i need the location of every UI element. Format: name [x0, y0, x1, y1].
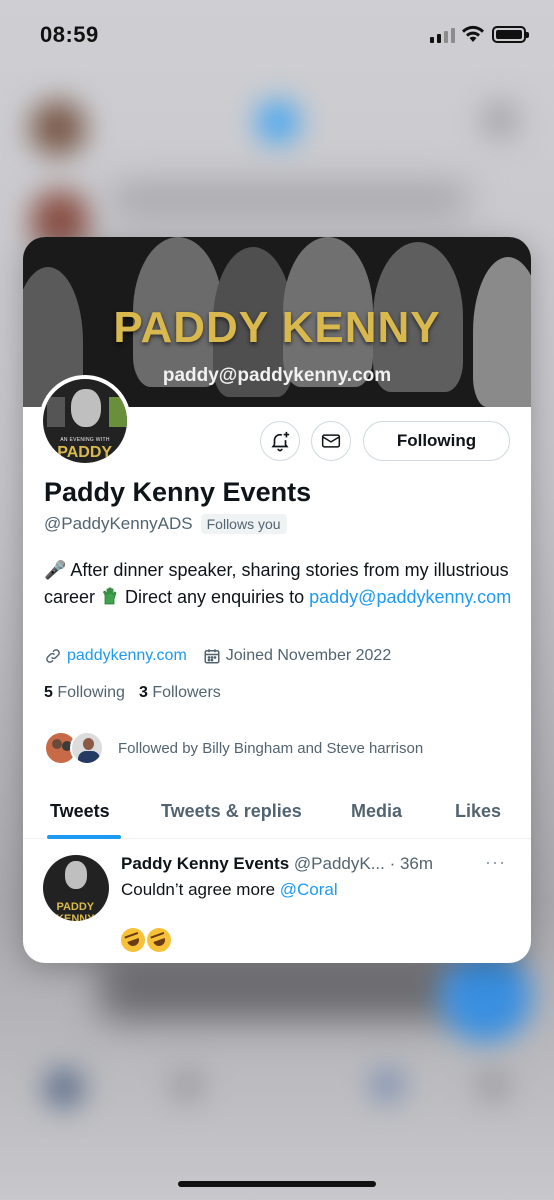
joined-item: Joined November 2022: [203, 647, 391, 665]
tweet-author-name[interactable]: Paddy Kenny Events: [121, 854, 289, 873]
profile-tabs: Tweets Tweets & replies Media Likes: [23, 793, 531, 839]
bg-tab-notifications: [370, 1068, 404, 1102]
active-tab-indicator: [47, 835, 121, 839]
bg-logo: [256, 100, 300, 144]
bg-avatar: [30, 100, 86, 156]
more-options-icon[interactable]: ···: [485, 852, 506, 873]
avatar-caption: AN EVENING WITH: [60, 437, 110, 443]
profile-avatar[interactable]: AN EVENING WITH PADDY KENNY: [39, 375, 131, 467]
following-count[interactable]: 5 Following: [44, 684, 125, 702]
mail-icon: [321, 434, 341, 448]
bg-tab-home: [44, 1068, 84, 1108]
followed-by-row[interactable]: Followed by Billy Bingham and Steve harr…: [44, 731, 423, 765]
bg-tab-messages: [476, 1068, 510, 1102]
home-indicator[interactable]: [178, 1181, 376, 1187]
banner-title: PADDY KENNY: [113, 303, 441, 352]
followed-by-text: Followed by Billy Bingham and Steve harr…: [118, 739, 424, 757]
bg-media: [100, 960, 460, 1020]
notifications-button[interactable]: [260, 421, 300, 461]
bg-text: [110, 185, 470, 215]
cellular-signal-icon: [430, 28, 455, 43]
tweet-mention[interactable]: @Coral: [280, 880, 338, 899]
message-button[interactable]: [311, 421, 351, 461]
tweet-emojis: [117, 924, 175, 956]
followers-count[interactable]: 3 Followers: [139, 684, 221, 702]
tweet-header: Paddy Kenny Events @PaddyK... · 36m: [121, 854, 433, 874]
bg-icon: [480, 100, 520, 140]
bg-tab-search: [170, 1068, 204, 1102]
follows-you-badge: Follows you: [200, 514, 287, 534]
follow-counts: 5 Following 3 Followers: [44, 684, 221, 702]
tab-likes[interactable]: Likes: [455, 801, 501, 822]
profile-meta: paddykenny.com Joined November 2022: [44, 647, 407, 665]
bio-text-2: Direct any enquiries to: [120, 587, 310, 607]
green-glove-emoji: [103, 587, 117, 605]
tab-tweets-replies[interactable]: Tweets & replies: [161, 801, 302, 822]
status-bar: 08:59: [0, 0, 554, 70]
avatar-big-text: PADDY KENNY: [57, 444, 113, 463]
link-icon: [46, 649, 60, 663]
joined-date: Joined November 2022: [225, 647, 392, 664]
tab-media[interactable]: Media: [351, 801, 402, 822]
profile-name[interactable]: Paddy Kenny Events: [44, 477, 311, 508]
wifi-icon: [462, 25, 484, 42]
profile-bio: 🎤 After dinner speaker, sharing stories …: [44, 557, 514, 611]
battery-icon: [492, 26, 529, 43]
tweet-text: Couldn’t agree more @Coral: [121, 880, 338, 900]
calendar-icon: [204, 649, 220, 664]
follower-avatar-2: [70, 731, 104, 765]
website-link[interactable]: paddykenny.com: [67, 647, 187, 665]
tweet-avatar-text: PADDY KENNY: [56, 901, 95, 921]
profile-handle: @PaddyKennyADS: [44, 514, 193, 533]
bio-email-link[interactable]: paddy@paddykenny.com: [309, 587, 511, 607]
tweet-text-body: Couldn’t agree more: [121, 880, 280, 899]
tweet[interactable]: PADDY KENNY Paddy Kenny Events @PaddyK..…: [23, 840, 531, 963]
bg-compose-button: [440, 950, 532, 1042]
status-time: 08:59: [40, 22, 99, 47]
profile-hover-card[interactable]: PADDY KENNY paddy@paddykenny.com AN EVEN…: [23, 237, 531, 963]
rofl-emoji: [143, 924, 175, 956]
notification-plus-icon: [271, 431, 290, 452]
tab-tweets[interactable]: Tweets: [50, 801, 110, 822]
following-button[interactable]: Following: [363, 421, 510, 461]
website-item[interactable]: paddykenny.com: [44, 647, 187, 665]
rofl-emoji: [117, 924, 149, 956]
tweet-avatar[interactable]: PADDY KENNY: [43, 855, 109, 921]
handle-row: @PaddyKennyADS Follows you: [44, 514, 287, 534]
tweet-handle-time: @PaddyK... · 36m: [289, 854, 434, 873]
